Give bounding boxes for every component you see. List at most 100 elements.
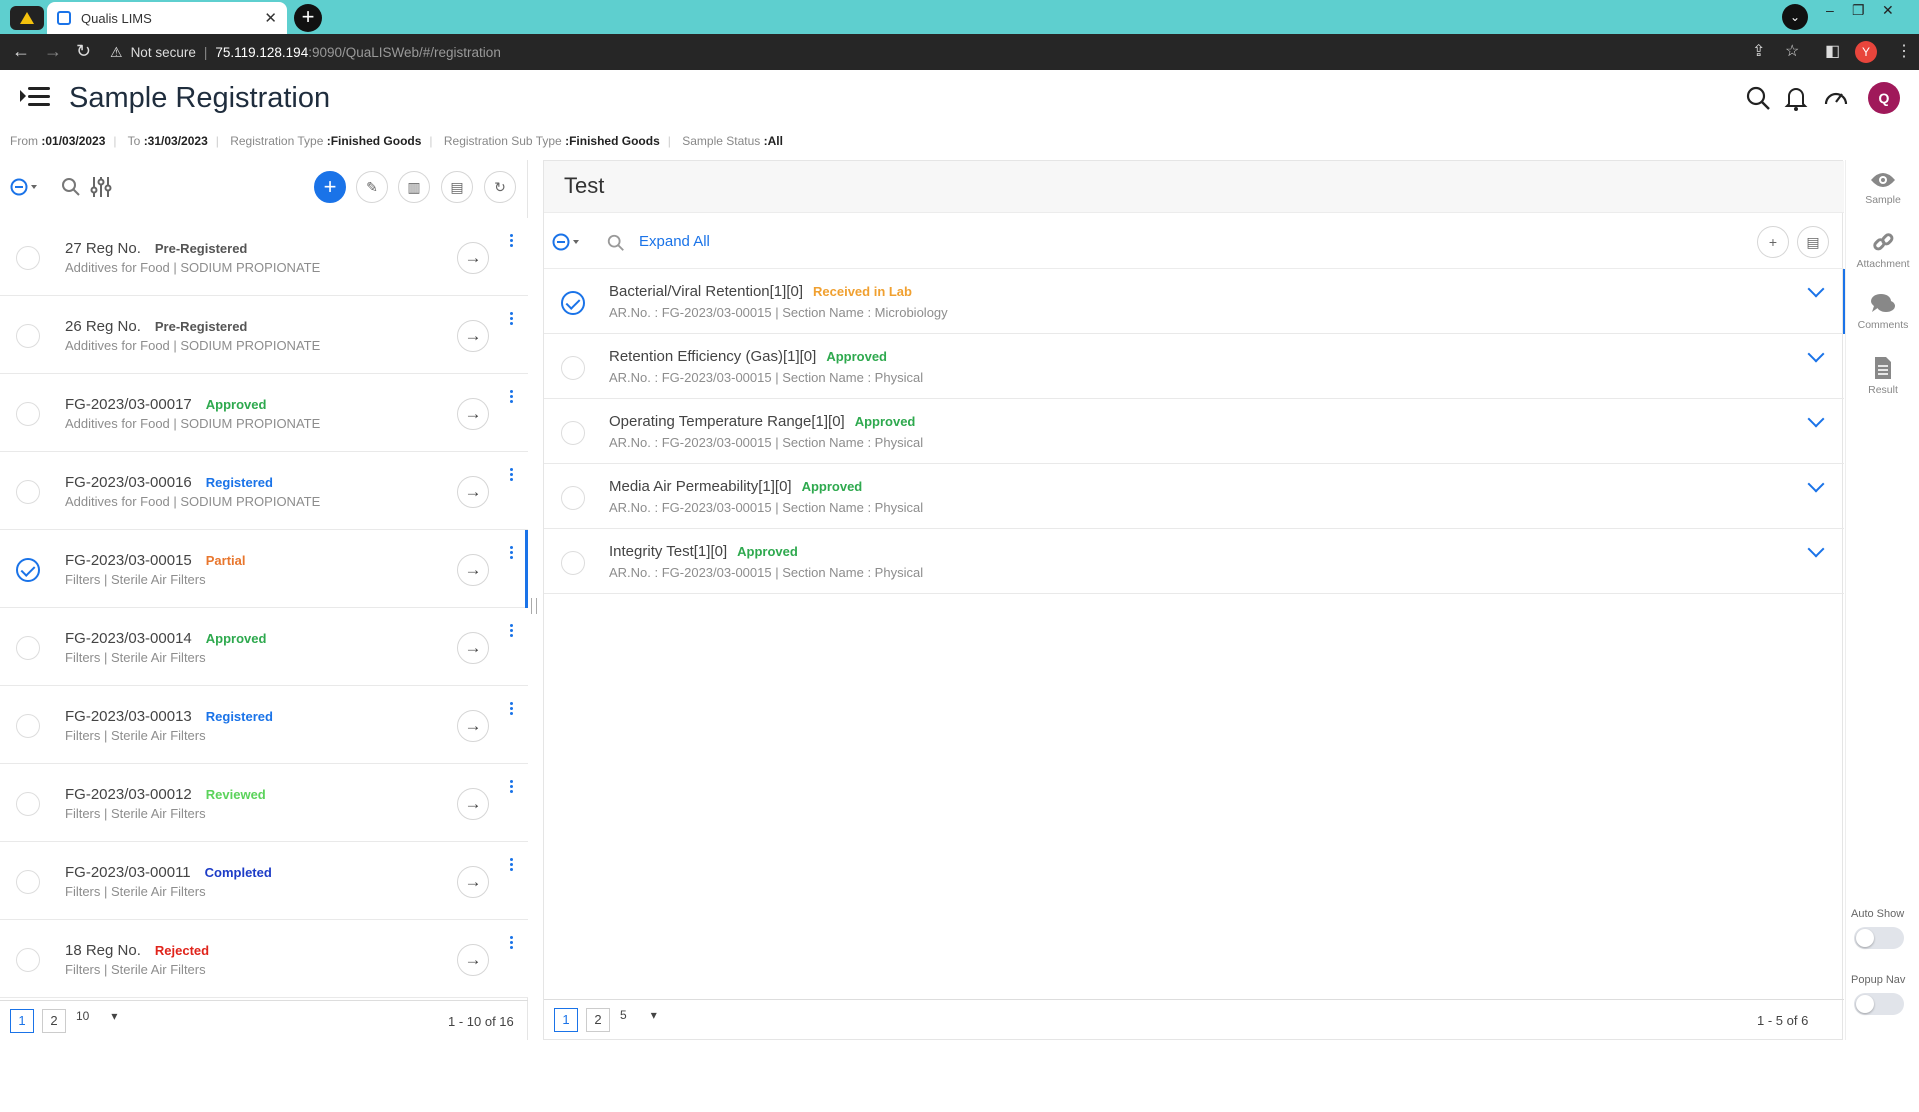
search-icon[interactable] — [1744, 84, 1772, 112]
open-arrow-button[interactable]: → — [457, 320, 489, 352]
test-row[interactable]: Operating Temperature Range[1][0] Approve… — [544, 399, 1844, 464]
more-options-icon[interactable] — [510, 234, 514, 249]
sample-row[interactable]: 26 Reg No. Pre-Registered Additives for Fo… — [0, 296, 528, 374]
more-options-icon[interactable] — [510, 468, 514, 483]
add-test-button[interactable]: + — [1757, 226, 1789, 258]
page-1-button[interactable]: 1 — [554, 1008, 578, 1032]
menu-toggle-icon[interactable] — [20, 84, 50, 110]
rail-sample[interactable]: Sample — [1846, 170, 1919, 206]
sample-row[interactable]: 18 Reg No. Rejected Filters | Sterile Air … — [0, 920, 528, 998]
rail-result[interactable]: Result — [1846, 356, 1919, 396]
bookmark-star-icon[interactable]: ☆ — [1785, 41, 1799, 61]
test-search-icon[interactable] — [606, 233, 626, 253]
open-arrow-button[interactable]: → — [457, 866, 489, 898]
row-checkbox[interactable] — [16, 714, 40, 738]
more-options-icon[interactable] — [510, 780, 514, 795]
more-options-icon[interactable] — [510, 624, 514, 639]
row-checkbox[interactable] — [561, 551, 585, 575]
open-arrow-button[interactable]: → — [457, 632, 489, 664]
expand-all-link[interactable]: Expand All — [639, 233, 710, 250]
sample-search-icon[interactable] — [60, 176, 82, 198]
browser-menu-icon[interactable]: ⋮ — [1896, 41, 1912, 61]
row-checkbox[interactable] — [16, 792, 40, 816]
notification-bell-icon[interactable] — [1782, 84, 1810, 112]
row-checkbox[interactable] — [561, 486, 585, 510]
chevron-down-icon[interactable] — [1807, 280, 1825, 298]
drive-app-icon[interactable] — [10, 6, 44, 30]
row-checkbox[interactable] — [16, 558, 40, 582]
page-2-button[interactable]: 2 — [586, 1008, 610, 1032]
sample-row[interactable]: FG-2023/03-00013 Registered Filters | Ster… — [0, 686, 528, 764]
row-checkbox[interactable] — [16, 324, 40, 348]
filter-sliders-icon[interactable] — [89, 175, 113, 199]
open-arrow-button[interactable]: → — [457, 242, 489, 274]
filter-summary[interactable]: From :01/03/2023 | To :31/03/2023 | Regist… — [10, 134, 791, 148]
test-row[interactable]: Integrity Test[1][0] Approved AR.No. : FG-… — [544, 529, 1844, 594]
collapse-select-icon[interactable] — [10, 178, 40, 198]
minimize-icon[interactable]: – — [1826, 2, 1834, 18]
side-panel-icon[interactable]: ◧ — [1825, 41, 1840, 61]
user-avatar[interactable]: Q — [1868, 82, 1900, 114]
chart-button[interactable]: ▥ — [398, 171, 430, 203]
page-1-button[interactable]: 1 — [10, 1009, 34, 1033]
profile-avatar[interactable]: Y — [1855, 41, 1877, 63]
page-size-select[interactable]: 5 ▾ — [620, 1008, 657, 1022]
more-options-icon[interactable] — [510, 936, 514, 951]
sample-row[interactable]: FG-2023/03-00016 Registered Additives for … — [0, 452, 528, 530]
test-row[interactable]: Retention Efficiency (Gas)[1][0] Approved… — [544, 334, 1844, 399]
new-tab-button[interactable]: + — [294, 4, 322, 32]
rail-attachment[interactable]: Attachment — [1846, 230, 1919, 270]
restore-icon[interactable]: ❐ — [1852, 2, 1865, 19]
sample-row[interactable]: FG-2023/03-00014 Approved Filters | Steril… — [0, 608, 528, 686]
popup-nav-toggle[interactable] — [1854, 993, 1904, 1015]
dashboard-gauge-icon[interactable] — [1822, 84, 1850, 112]
open-arrow-button[interactable]: → — [457, 944, 489, 976]
chevron-down-icon[interactable] — [1807, 475, 1825, 493]
sample-row[interactable]: FG-2023/03-00015 Partial Filters | Sterile… — [0, 530, 528, 608]
panel-splitter[interactable] — [531, 598, 537, 614]
open-arrow-button[interactable]: → — [457, 788, 489, 820]
browser-tab[interactable]: Qualis LIMS ✕ — [47, 2, 287, 34]
sample-row[interactable]: FG-2023/03-00017 Approved Additives for Fo… — [0, 374, 528, 452]
more-options-icon[interactable] — [510, 546, 514, 561]
row-checkbox[interactable] — [16, 870, 40, 894]
back-icon[interactable]: ← — [12, 41, 30, 62]
row-checkbox[interactable] — [16, 636, 40, 660]
row-checkbox[interactable] — [561, 291, 585, 315]
share-icon[interactable]: ⇪ — [1752, 41, 1765, 61]
open-arrow-button[interactable]: → — [457, 476, 489, 508]
row-checkbox[interactable] — [16, 402, 40, 426]
reload-icon[interactable]: ↻ — [76, 41, 91, 62]
test-row[interactable]: Media Air Permeability[1][0] Approved AR.N… — [544, 464, 1844, 529]
sample-row[interactable]: 27 Reg No. Pre-Registered Additives for Fo… — [0, 218, 528, 296]
url-field[interactable]: ⚠ Not secure | 75.119.128.194 :9090/QuaL… — [110, 39, 1750, 65]
chevron-down-icon[interactable] — [1807, 345, 1825, 363]
more-options-icon[interactable] — [510, 702, 514, 717]
chevron-down-icon[interactable] — [1807, 410, 1825, 428]
more-options-icon[interactable] — [510, 858, 514, 873]
test-row[interactable]: Bacterial/Viral Retention[1][0] Received … — [544, 269, 1846, 334]
page-2-button[interactable]: 2 — [42, 1009, 66, 1033]
sample-row[interactable]: FG-2023/03-00012 Reviewed Filters | Steril… — [0, 764, 528, 842]
edit-sample-button[interactable]: ✎ — [356, 171, 388, 203]
more-options-icon[interactable] — [510, 390, 514, 405]
tab-search-icon[interactable]: ⌄ — [1782, 4, 1808, 30]
sample-row[interactable]: FG-2023/03-00011 Completed Filters | Steri… — [0, 842, 528, 920]
document-settings-button[interactable]: ▤ — [441, 171, 473, 203]
tab-close-icon[interactable]: ✕ — [264, 9, 277, 27]
test-document-button[interactable]: ▤ — [1797, 226, 1829, 258]
refresh-button[interactable]: ↻ — [484, 171, 516, 203]
row-checkbox[interactable] — [16, 948, 40, 972]
row-checkbox[interactable] — [561, 356, 585, 380]
open-arrow-button[interactable]: → — [457, 710, 489, 742]
row-checkbox[interactable] — [561, 421, 585, 445]
chevron-down-icon[interactable] — [1807, 540, 1825, 558]
more-options-icon[interactable] — [510, 312, 514, 327]
forward-icon[interactable]: → — [44, 41, 62, 62]
row-checkbox[interactable] — [16, 480, 40, 504]
auto-show-toggle[interactable] — [1854, 927, 1904, 949]
page-size-select[interactable]: 10 ▾ — [76, 1009, 117, 1023]
rail-comments[interactable]: Comments — [1846, 293, 1919, 331]
row-checkbox[interactable] — [16, 246, 40, 270]
add-sample-button[interactable]: + — [314, 171, 346, 203]
